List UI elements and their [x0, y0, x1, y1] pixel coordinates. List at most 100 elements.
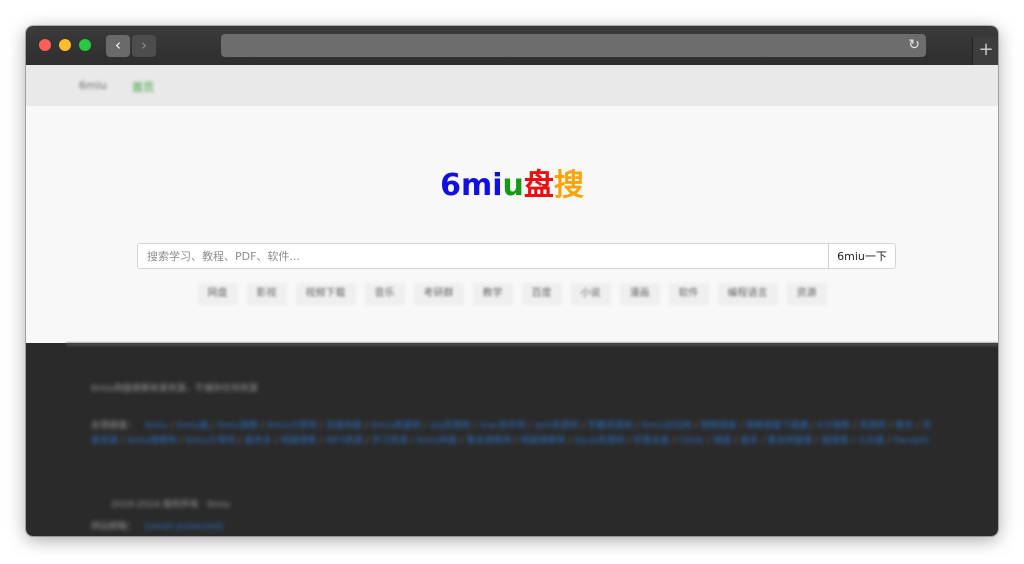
hot-tag[interactable]: 教学 [472, 283, 513, 305]
friend-link[interactable]: 网盘搜索网 [521, 436, 566, 446]
friend-link[interactable]: Pansplit [894, 436, 929, 446]
hot-tag[interactable]: 漫画 [619, 283, 660, 305]
footer-divider [66, 343, 998, 346]
friend-link[interactable]: 聚合搜索网 [466, 436, 511, 446]
link-separator: / [211, 421, 215, 431]
contact-line: 网站邮箱： [email protected] [91, 519, 223, 532]
link-separator: / [916, 421, 920, 431]
friend-links: 友情链接： 6miu/6miu盘/6miu搜索/6miu分享网 / 百度网盘/6mi… [91, 419, 936, 449]
friend-link[interactable]: 6miu网盘 [417, 436, 458, 446]
new-tab-button[interactable]: + [972, 37, 998, 65]
friend-link[interactable]: aim资源网 [535, 421, 579, 431]
friend-link[interactable]: mac软件网 [479, 421, 525, 431]
link-separator: / [734, 436, 738, 446]
maximize-window-button[interactable] [79, 39, 91, 51]
hot-tag[interactable]: 小说 [570, 283, 611, 305]
logo-part-4: 搜 [553, 168, 584, 203]
logo-part-1: 6mi [440, 168, 503, 203]
close-window-button[interactable] [39, 39, 51, 51]
friend-link[interactable]: 聚合网盘搜 [767, 436, 812, 446]
friend-link[interactable]: aiq资源网 [430, 421, 471, 431]
friend-link[interactable]: 资源网 [859, 421, 886, 431]
hot-tag[interactable]: 视频下载 [295, 283, 356, 305]
search-form: 6miu一下 [137, 243, 896, 269]
friend-link[interactable]: 6miu资源网 [371, 421, 421, 431]
link-separator: / [887, 436, 891, 446]
chevron-left-icon: ‹ [115, 36, 121, 54]
friend-link[interactable]: 6miu [145, 421, 168, 431]
chevron-right-icon: › [141, 36, 147, 54]
site-logo[interactable]: 6miu盘搜 [26, 168, 998, 204]
friend-link[interactable]: 聚合 [895, 421, 913, 431]
link-separator: / [460, 436, 464, 446]
nav-link-active[interactable]: 首页 [132, 79, 154, 95]
friend-link[interactable]: 盘多 [740, 436, 758, 446]
friend-link[interactable]: MP3资源 [326, 436, 363, 446]
footer-description: 6miu网盘搜索收录资源，不储存任何资源 [91, 384, 258, 394]
hot-tag[interactable]: 资源 [786, 283, 827, 305]
link-separator: / [410, 436, 414, 446]
friend-link[interactable]: 6miu搜索网 [127, 436, 177, 446]
friend-link[interactable]: 搜索链接 [700, 421, 736, 431]
friend-link[interactable]: 阿里云盘 [633, 436, 669, 446]
hot-tag[interactable]: 编程语言 [717, 283, 778, 305]
hot-tag[interactable]: 百度 [521, 283, 562, 305]
copyright-text: 2019-2024 版权所有 · 6miu [111, 500, 231, 510]
link-separator: / [739, 421, 743, 431]
friend-link[interactable]: 6miu论坛网 [642, 421, 692, 431]
friend-link[interactable]: 百度网盘 [326, 421, 362, 431]
friend-link[interactable]: 搜盘 [713, 436, 731, 446]
link-separator: / [853, 421, 857, 431]
forward-button[interactable]: › [132, 35, 156, 57]
friend-link[interactable]: 网盘搜索 [281, 436, 317, 446]
link-separator: / [889, 421, 893, 431]
friend-link[interactable]: 盘搜搜 [821, 436, 848, 446]
friend-link[interactable]: 6miu搜索 [217, 421, 258, 431]
link-separator: / [811, 421, 815, 431]
friend-link[interactable]: CDisk [679, 436, 705, 446]
friend-link[interactable]: 6miu盘 [177, 421, 209, 431]
hot-tag[interactable]: 软件 [668, 283, 709, 305]
link-separator: / [170, 421, 174, 431]
link-separator: / [473, 421, 477, 431]
hot-tag[interactable]: 音乐 [364, 283, 405, 305]
logo-part-3: 盘 [523, 168, 554, 203]
minimize-window-button[interactable] [59, 39, 71, 51]
address-bar[interactable]: ↻ [221, 34, 926, 57]
link-separator: / [423, 421, 427, 431]
reload-icon[interactable]: ↻ [908, 36, 920, 55]
link-separator: / [635, 421, 639, 431]
friend-link[interactable]: 6miu分享网 [186, 436, 236, 446]
nav-link-home[interactable]: 6miu [79, 79, 107, 92]
search-hero: 6miu盘搜 6miu一下 网盘影视视频下载音乐考研群教学百度小说漫画软件编程语… [26, 106, 998, 343]
friend-link[interactable]: 6miu分享网 [267, 421, 317, 431]
friend-link[interactable]: 搜索链接下载器 [745, 421, 808, 431]
friend-link[interactable]: Epub资源网 [575, 436, 625, 446]
contact-email-link[interactable]: [email protected] [145, 522, 223, 532]
link-separator: / [319, 421, 323, 431]
friend-links-label: 友情链接： [91, 421, 137, 431]
link-separator: / [627, 436, 631, 446]
plus-icon: + [978, 39, 994, 60]
hot-tag[interactable]: 考研群 [413, 283, 464, 305]
link-separator: / [364, 421, 368, 431]
search-input[interactable] [137, 243, 828, 269]
link-separator: / [581, 421, 585, 431]
link-separator: / [261, 421, 265, 431]
link-separator: / [851, 436, 855, 446]
browser-window: ‹ › ↻ + 6miu 首页 6miu盘搜 6miu一下 网盘影视视频下载音乐… [26, 26, 998, 536]
friend-link[interactable]: 学霸资源网 [588, 421, 633, 431]
search-button[interactable]: 6miu一下 [828, 243, 896, 269]
link-separator: / [365, 436, 369, 446]
friend-link[interactable]: 盘多多 [245, 436, 272, 446]
link-separator: / [707, 436, 711, 446]
hot-tag[interactable]: 影视 [246, 283, 287, 305]
friend-link[interactable]: ICE搜索 [818, 421, 851, 431]
friend-link[interactable]: 学习资源 [372, 436, 408, 446]
back-button[interactable]: ‹ [106, 35, 130, 57]
link-separator: / [319, 436, 323, 446]
contact-label: 网站邮箱： [91, 522, 137, 532]
hot-tag[interactable]: 网盘 [197, 283, 238, 305]
link-separator: / [238, 436, 242, 446]
friend-link[interactable]: 小白盘 [857, 436, 884, 446]
